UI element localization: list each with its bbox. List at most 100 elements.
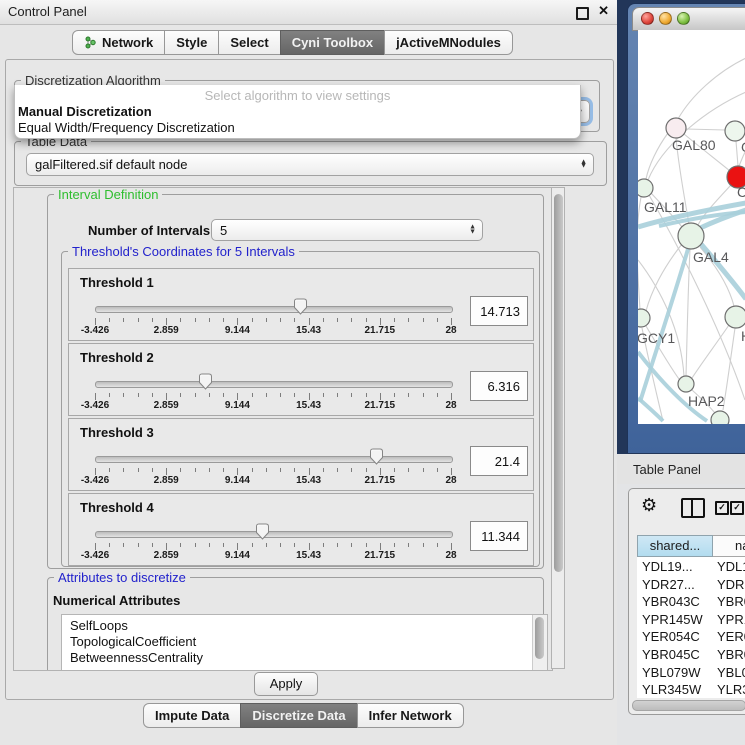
- popup-option-equal-width-frequency[interactable]: Equal Width/Frequency Discretization: [18, 120, 235, 135]
- threshold-label: Threshold 3: [80, 425, 154, 440]
- tick-label: 21.715: [365, 325, 396, 336]
- tick-label: 15.43: [296, 400, 321, 411]
- gear-icon[interactable]: ⚙: [641, 495, 657, 516]
- network-node-H[interactable]: [725, 306, 745, 328]
- column-header-shared-name[interactable]: shared...: [637, 535, 713, 557]
- slider-thumb[interactable]: [255, 523, 270, 545]
- scrollbar-thumb[interactable]: [535, 617, 544, 659]
- tick-label: 15.43: [296, 325, 321, 336]
- threshold-slider-track[interactable]: [95, 531, 453, 538]
- table-panel-card: ⚙ ✓ ✓ shared... na YDL19...YDL1YDR27...Y…: [628, 488, 745, 715]
- table-data-combo[interactable]: galFiltered.sif default node ▲▼: [26, 153, 594, 176]
- network-node-GAL80[interactable]: [666, 118, 686, 138]
- table-horizontal-scrollbar[interactable]: [632, 700, 745, 711]
- threshold-value-field[interactable]: 21.4: [470, 446, 528, 476]
- tick-label: 21.715: [365, 475, 396, 486]
- tab-cyni-toolbox[interactable]: Cyni Toolbox: [280, 30, 385, 55]
- tab-network[interactable]: Network: [72, 30, 165, 55]
- tick-label: 2.859: [154, 550, 179, 561]
- tab-impute-data[interactable]: Impute Data: [143, 703, 241, 728]
- network-node[interactable]: [711, 411, 729, 424]
- slider-thumb[interactable]: [198, 373, 213, 395]
- tick-label: 28: [445, 325, 456, 336]
- network-node-label: GAL4: [693, 249, 729, 265]
- close-icon[interactable]: ✕: [598, 3, 609, 19]
- tab-discretize-data[interactable]: Discretize Data: [240, 703, 357, 728]
- tab-label: Network: [102, 35, 153, 50]
- tick-mark: [209, 318, 210, 322]
- float-window-icon[interactable]: [576, 7, 589, 20]
- thresholds-group: Threshold's Coordinates for 5 Intervals …: [61, 251, 540, 567]
- tick-mark: [394, 468, 395, 472]
- threshold-slider-track[interactable]: [95, 306, 453, 313]
- checkbox-icon[interactable]: ✓: [715, 501, 729, 515]
- table-row[interactable]: YPR145WYPR1: [637, 612, 745, 630]
- network-canvas[interactable]: GAL80GACGAL11GAL4GCY1HHAP2: [638, 30, 745, 424]
- threshold-value-field[interactable]: 14.713: [470, 296, 528, 326]
- attributes-group: Attributes to discretize Numerical Attri…: [47, 577, 544, 671]
- table-row[interactable]: YDL19...YDL1: [637, 559, 745, 577]
- table-cell-shared-name: YBL079W: [642, 665, 701, 680]
- column-header-name[interactable]: na: [713, 535, 745, 557]
- tick-mark: [180, 393, 181, 397]
- tab-jactivemnodules[interactable]: jActiveMNodules: [384, 30, 513, 55]
- attribute-list-item[interactable]: BetweennessCentrality: [62, 650, 547, 666]
- threshold-value-field[interactable]: 6.316: [470, 371, 528, 401]
- table-row[interactable]: YER054CYER0: [637, 629, 745, 647]
- close-traffic-light[interactable]: [641, 12, 654, 25]
- columns-icon[interactable]: [681, 498, 705, 518]
- tick-mark: [266, 318, 267, 322]
- tick-mark: [366, 468, 367, 472]
- tick-mark: [152, 318, 153, 322]
- number-of-intervals-combo[interactable]: 5 ▲▼: [211, 219, 483, 241]
- attribute-list-item[interactable]: TopologicalCoefficient: [62, 634, 547, 650]
- table-row[interactable]: YDR27...YDR2: [637, 577, 745, 595]
- tick-mark: [266, 468, 267, 472]
- tick-mark: [380, 318, 381, 325]
- table-row[interactable]: YBR045CYBR0: [637, 647, 745, 665]
- popup-option-manual-discretization[interactable]: Manual Discretization: [18, 104, 152, 119]
- tick-mark: [180, 318, 181, 322]
- tab-style[interactable]: Style: [164, 30, 219, 55]
- tick-mark: [437, 393, 438, 397]
- network-node-label: GAL80: [672, 137, 716, 153]
- tick-mark: [123, 543, 124, 547]
- tick-mark: [223, 468, 224, 472]
- zoom-traffic-light[interactable]: [677, 12, 690, 25]
- minimize-traffic-light[interactable]: [659, 12, 672, 25]
- threshold-slider-track[interactable]: [95, 456, 453, 463]
- network-node-GAL4[interactable]: [678, 223, 704, 249]
- tab-infer-network[interactable]: Infer Network: [357, 703, 464, 728]
- attributes-list-scrollbar[interactable]: [532, 615, 547, 671]
- slider-thumb[interactable]: [369, 448, 384, 470]
- table-row[interactable]: YBL079WYBL0: [637, 665, 745, 683]
- node-attribute-table[interactable]: shared... na YDL19...YDL1YDR27...YDR2YBR…: [637, 535, 745, 698]
- numerical-attributes-list[interactable]: SelfLoopsTopologicalCoefficientBetweenne…: [61, 614, 548, 671]
- tick-mark: [437, 468, 438, 472]
- threshold-label: Threshold 2: [80, 350, 154, 365]
- settings-scrollbar[interactable]: [551, 187, 565, 669]
- tab-select[interactable]: Select: [218, 30, 280, 55]
- network-node-label: H: [741, 328, 745, 344]
- network-node-HAP2[interactable]: [678, 376, 694, 392]
- table-row[interactable]: YBR043CYBR0: [637, 594, 745, 612]
- tick-mark: [209, 468, 210, 472]
- threshold-slider-track[interactable]: [95, 381, 453, 388]
- checkbox-icon[interactable]: ✓: [730, 501, 744, 515]
- tick-mark: [451, 393, 452, 400]
- network-node-GA[interactable]: [725, 121, 745, 141]
- table-row[interactable]: YLR345WYLR3: [637, 682, 745, 698]
- network-node-GAL11[interactable]: [638, 179, 653, 197]
- apply-button[interactable]: Apply: [254, 672, 318, 696]
- threshold-value-field[interactable]: 11.344: [470, 521, 528, 551]
- network-node-label: GA: [741, 139, 745, 155]
- table-cell-shared-name: YDL19...: [642, 559, 693, 574]
- scrollbar-thumb[interactable]: [554, 194, 563, 572]
- attribute-list-item[interactable]: SelfLoops: [62, 618, 547, 634]
- tab-label: jActiveMNodules: [396, 35, 501, 50]
- tick-mark: [138, 318, 139, 322]
- tick-mark: [138, 543, 139, 547]
- slider-thumb[interactable]: [293, 298, 308, 320]
- tick-mark: [294, 468, 295, 472]
- network-node-GCY1[interactable]: [638, 309, 650, 327]
